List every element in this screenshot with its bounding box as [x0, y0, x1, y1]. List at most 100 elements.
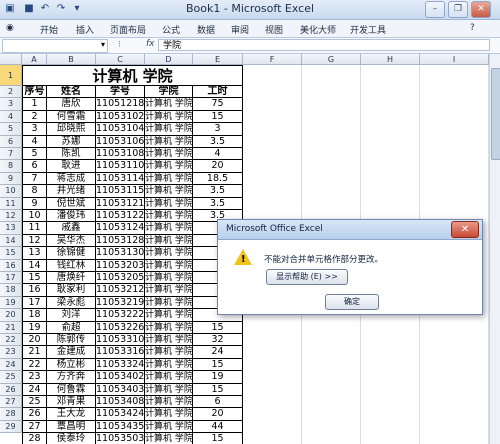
row-header[interactable]: 16: [0, 259, 22, 272]
column-header-a[interactable]: A: [22, 54, 47, 65]
table-cell[interactable]: 蒋志成: [47, 172, 96, 186]
table-cell[interactable]: 11053121: [96, 197, 145, 210]
tab-page-layout[interactable]: 页面布局: [110, 23, 146, 36]
table-cell[interactable]: 潘俊玮: [47, 210, 96, 223]
table-cell[interactable]: 计算机 学院: [145, 284, 193, 297]
row-header[interactable]: 4: [0, 110, 22, 124]
table-cell[interactable]: 侯泰玲: [47, 433, 96, 444]
table-cell[interactable]: 倪世斌: [47, 197, 96, 210]
table-header-cell[interactable]: 学号: [96, 86, 145, 99]
row-header[interactable]: 11: [0, 197, 22, 210]
table-cell[interactable]: 22: [22, 358, 47, 372]
row-header[interactable]: 8: [0, 160, 22, 173]
row-header[interactable]: 20: [0, 309, 22, 322]
tab-review[interactable]: 审阅: [231, 23, 249, 36]
table-cell[interactable]: 11053115: [96, 185, 145, 198]
show-help-button[interactable]: 显示帮助 (E) >>: [266, 269, 348, 285]
table-cell[interactable]: 24: [22, 383, 47, 396]
row-header[interactable]: 9: [0, 172, 22, 186]
tab-view[interactable]: 视图: [265, 23, 283, 36]
table-cell[interactable]: 计算机 学院: [145, 234, 193, 248]
table-cell[interactable]: 12: [22, 234, 47, 248]
table-cell[interactable]: 8: [22, 185, 47, 198]
table-cell[interactable]: 3.5: [193, 135, 243, 148]
row-header[interactable]: 25: [0, 371, 22, 384]
table-header-cell[interactable]: 学院: [145, 86, 193, 99]
table-cell[interactable]: 20: [22, 334, 47, 347]
table-cell[interactable]: 戚鑫: [47, 222, 96, 235]
table-cell[interactable]: 11: [22, 222, 47, 235]
table-cell[interactable]: 27: [22, 420, 47, 434]
row-header[interactable]: 10: [0, 185, 22, 198]
table-cell[interactable]: 计算机 学院: [145, 160, 193, 173]
row-header[interactable]: 5: [0, 123, 22, 136]
table-cell[interactable]: 计算机 学院: [145, 371, 193, 384]
table-cell[interactable]: 耿家利: [47, 284, 96, 297]
table-cell[interactable]: 陈凯: [47, 148, 96, 161]
row-header[interactable]: 14: [0, 234, 22, 248]
name-box[interactable]: ▾: [2, 39, 108, 53]
table-cell[interactable]: 11053106: [96, 135, 145, 148]
table-cell[interactable]: 唐欣: [47, 98, 96, 111]
table-cell[interactable]: 计算机 学院: [145, 383, 193, 396]
row-header[interactable]: 23: [0, 346, 22, 359]
table-cell[interactable]: 计算机 学院: [145, 197, 193, 210]
table-cell[interactable]: 11053203: [96, 259, 145, 272]
table-cell[interactable]: 计算机 学院: [145, 321, 193, 334]
tab-formulas[interactable]: 公式: [162, 23, 180, 36]
tab-data[interactable]: 数据: [197, 23, 215, 36]
scroll-thumb[interactable]: [491, 68, 500, 160]
row-header[interactable]: 3: [0, 98, 22, 111]
row-header[interactable]: 27: [0, 396, 22, 409]
row-header[interactable]: 6: [0, 135, 22, 148]
table-cell[interactable]: 11053114: [96, 172, 145, 186]
row-header[interactable]: 19: [0, 296, 22, 310]
table-cell[interactable]: 11053316: [96, 346, 145, 359]
row-header[interactable]: 21: [0, 321, 22, 334]
column-header-e[interactable]: E: [193, 54, 243, 65]
table-cell[interactable]: 11053130: [96, 247, 145, 260]
table-cell[interactable]: 15: [193, 383, 243, 396]
vertical-scrollbar[interactable]: [489, 54, 500, 444]
table-cell[interactable]: 11053122: [96, 210, 145, 223]
table-cell[interactable]: 计算机 学院: [145, 296, 193, 310]
table-cell[interactable]: 邱晓熙: [47, 123, 96, 136]
table-header-cell[interactable]: 序号: [22, 86, 47, 99]
row-header[interactable]: 1: [0, 65, 22, 86]
table-cell[interactable]: 11053124: [96, 222, 145, 235]
table-cell[interactable]: 75: [193, 98, 243, 111]
table-cell[interactable]: 计算机 学院: [145, 334, 193, 347]
table-cell[interactable]: 钱红林: [47, 259, 96, 272]
row-header[interactable]: 26: [0, 383, 22, 396]
select-all-corner[interactable]: [0, 54, 22, 65]
table-cell[interactable]: 3: [22, 123, 47, 136]
table-cell[interactable]: 26: [22, 408, 47, 421]
table-cell[interactable]: 11053435: [96, 420, 145, 434]
merged-title-cell[interactable]: 计算机 学院: [22, 65, 243, 86]
column-header-g[interactable]: G: [302, 54, 361, 65]
table-cell[interactable]: 计算机 学院: [145, 358, 193, 372]
table-cell[interactable]: 唐焕纤: [47, 272, 96, 285]
table-cell[interactable]: 2: [22, 110, 47, 124]
table-cell[interactable]: 井光绪: [47, 185, 96, 198]
table-cell[interactable]: 耿进: [47, 160, 96, 173]
table-cell[interactable]: 16: [22, 284, 47, 297]
table-cell[interactable]: 11053503: [96, 433, 145, 444]
table-cell[interactable]: 15: [193, 321, 243, 334]
table-cell[interactable]: 计算机 学院: [145, 272, 193, 285]
table-cell[interactable]: 15: [193, 433, 243, 444]
row-header[interactable]: 28: [0, 408, 22, 421]
table-cell[interactable]: 15: [22, 272, 47, 285]
table-cell[interactable]: 44: [193, 420, 243, 434]
table-cell[interactable]: 23: [22, 371, 47, 384]
table-cell[interactable]: 10: [22, 210, 47, 223]
table-cell[interactable]: 何鲁霖: [47, 383, 96, 396]
table-cell[interactable]: 刘洋: [47, 309, 96, 322]
table-cell[interactable]: 4: [193, 148, 243, 161]
table-cell[interactable]: 苏娜: [47, 135, 96, 148]
row-header[interactable]: 29: [0, 420, 22, 434]
formula-input[interactable]: 学院: [158, 39, 490, 51]
row-header[interactable]: 15: [0, 247, 22, 260]
table-cell[interactable]: 计算机 学院: [145, 135, 193, 148]
table-cell[interactable]: 计算机 学院: [145, 210, 193, 223]
